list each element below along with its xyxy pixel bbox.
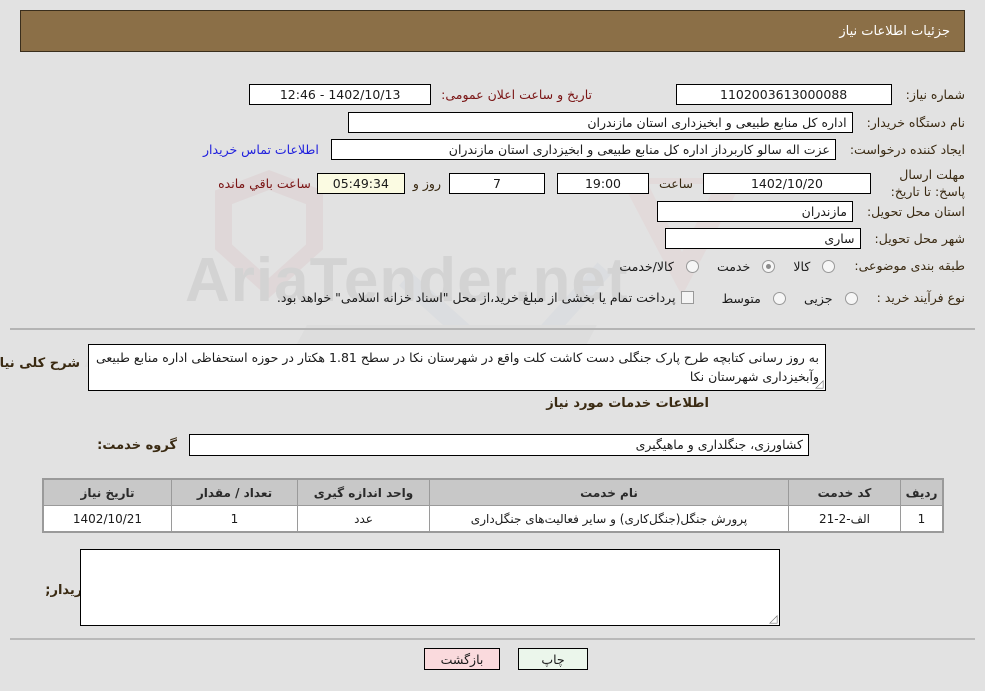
process-label: نوع فرآیند خرید :: [876, 290, 965, 305]
buyer-org-label: نام دستگاه خریدار:: [866, 115, 965, 130]
radio-category-khedmat[interactable]: [762, 260, 776, 273]
service-group-value: کشاورزی، جنگلداری و ماهیگیری: [189, 434, 809, 456]
services-table: ردیف کد خدمت نام خدمت واحد اندازه گیری ت…: [42, 478, 944, 533]
buyer-contact-link[interactable]: اطلاعات تماس خریدار: [203, 142, 319, 157]
field-announce-datetime: تاریخ و ساعت اعلان عمومی: 1402/10/13 - 1…: [249, 84, 592, 105]
cell-quantity: 1: [171, 505, 298, 532]
field-category: طبقه بندی موضوعی: کالا خدمت کالا/خدمت: [609, 256, 965, 275]
col-row-no: ردیف: [900, 479, 943, 506]
col-need-date: تاریخ نیاز: [43, 479, 172, 506]
cell-service-code: الف-2-21: [788, 505, 901, 532]
deadline-hour-label: ساعت: [658, 175, 693, 191]
table-row: 1 الف-2-21 پرورش جنگل(جنگل‌کاری) و سایر …: [43, 505, 943, 532]
deadline-hour-value: 19:00: [556, 172, 649, 194]
radio-category-khedmat-label: خدمت: [716, 259, 751, 274]
description-textarea[interactable]: به روز رسانی کتابچه طرح پارک جنگلی دست ک…: [88, 344, 826, 391]
radio-category-kala[interactable]: [822, 260, 836, 273]
page-header: جزئیات اطلاعات نیاز: [20, 10, 965, 52]
field-process-type: نوع فرآیند خرید : جزیی متوسط پرداخت تمام…: [277, 288, 965, 307]
announce-value: 1402/10/13 - 12:46: [249, 84, 432, 105]
need-number-value: 1102003613000088: [675, 84, 892, 105]
col-unit: واحد اندازه گیری: [297, 479, 430, 506]
creator-value: عزت اله سالو کاربرداز اداره کل منابع طبی…: [330, 139, 836, 160]
radio-process-jozii-label: جزیی: [804, 291, 833, 306]
cell-row-no: 1: [900, 505, 943, 532]
buyer-notes-textarea[interactable]: ◺: [80, 549, 780, 626]
back-button[interactable]: بازگشت: [424, 648, 500, 670]
description-value: به روز رسانی کتابچه طرح پارک جنگلی دست ک…: [95, 350, 819, 384]
province-label: استان محل تحویل:: [866, 204, 965, 219]
col-service-name: نام خدمت: [429, 479, 789, 506]
print-button[interactable]: چاپ: [518, 648, 588, 670]
service-group-label: گروه خدمت:: [97, 438, 177, 453]
province-value: مازندران: [656, 201, 853, 222]
announce-label: تاریخ و ساعت اعلان عمومی:: [441, 87, 592, 102]
radio-process-jozii[interactable]: [844, 292, 858, 305]
radio-category-kala-label: کالا: [793, 259, 811, 274]
deadline-label: مهلت ارسال پاسخ: تا تاریخ:: [890, 167, 965, 199]
radio-group-process: جزیی متوسط: [712, 288, 861, 307]
category-label: طبقه بندی موضوعی:: [854, 258, 965, 273]
field-need-number: شماره نیاز: 1102003613000088: [675, 84, 965, 105]
cell-unit: عدد: [297, 505, 430, 532]
cell-service-name: پرورش جنگل(جنگل‌کاری) و سایر فعالیت‌های …: [429, 505, 789, 532]
col-quantity: تعداد / مقدار: [171, 479, 298, 506]
field-city: شهر محل تحویل: ساری: [664, 228, 965, 249]
field-creator: ایجاد کننده درخواست: عزت اله سالو کاربرد…: [203, 139, 965, 160]
table-header-row: ردیف کد خدمت نام خدمت واحد اندازه گیری ت…: [43, 479, 943, 506]
footer-divider: [10, 638, 975, 640]
radio-category-kala-khedmat[interactable]: [685, 260, 699, 273]
description-label: شرح کلی نیاز:: [0, 356, 80, 371]
radio-process-motevaset[interactable]: [772, 292, 786, 305]
radio-group-category: کالا خدمت کالا/خدمت: [609, 256, 838, 275]
col-service-code: کد خدمت: [788, 479, 901, 506]
remaining-days-value: 7: [448, 172, 545, 194]
need-number-label: شماره نیاز:: [905, 87, 965, 102]
field-buyer-org: نام دستگاه خریدار: اداره کل منابع طبیعی …: [347, 112, 965, 133]
remaining-countdown-value: 05:49:34: [316, 172, 405, 194]
radio-process-motevaset-label: متوسط: [721, 291, 761, 306]
cell-need-date: 1402/10/21: [43, 505, 172, 532]
remaining-countdown-label: ساعت باقي مانده: [218, 175, 311, 191]
radio-category-kala-khedmat-label: کالا/خدمت: [619, 259, 674, 274]
treasury-note-label: پرداخت تمام یا بخشی از مبلغ خرید،از محل …: [276, 290, 676, 305]
page-title: جزئیات اطلاعات نیاز: [839, 23, 950, 39]
buyer-org-value: اداره کل منابع طبیعی و ابخیزداری استان م…: [347, 112, 853, 133]
field-deadline: مهلت ارسال پاسخ: تا تاریخ: 1402/10/20 سا…: [218, 166, 965, 200]
city-value: ساری: [664, 228, 861, 249]
buyer-notes-resize-grip-icon[interactable]: ◺: [769, 612, 777, 625]
need-info-panel: شماره نیاز: 1102003613000088 تاریخ و ساع…: [10, 62, 975, 330]
field-province: استان محل تحویل: مازندران: [656, 201, 965, 222]
services-heading: اطلاعات خدمات مورد نیاز: [546, 396, 709, 411]
city-label: شهر محل تحویل:: [874, 231, 965, 246]
creator-label: ایجاد کننده درخواست:: [849, 142, 965, 157]
remaining-days-label: روز و: [412, 175, 441, 191]
resize-grip-icon[interactable]: ◺: [815, 377, 823, 390]
deadline-date-value: 1402/10/20: [703, 172, 871, 194]
treasury-checkbox[interactable]: [680, 291, 694, 304]
page-root: AriaTender.net جزئیات اطلاعات نیاز شماره…: [0, 0, 985, 691]
